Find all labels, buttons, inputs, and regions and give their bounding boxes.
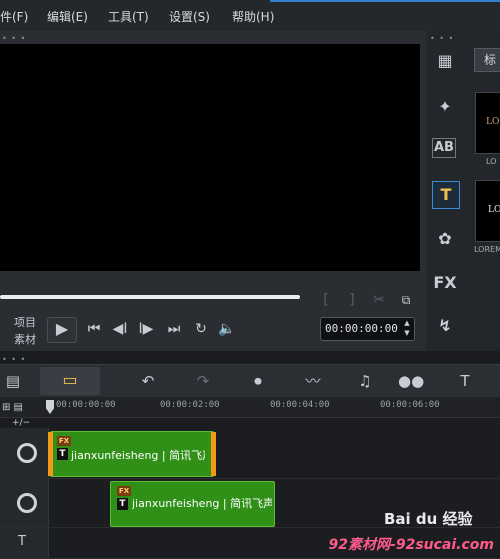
trim-start-button[interactable]: [ — [320, 290, 332, 310]
undo-icon[interactable]: ↶ — [135, 370, 161, 392]
thumb2-text: LO — [488, 205, 500, 215]
sound-mixer-icon[interactable]: 〰 — [300, 370, 326, 392]
scrubber-track[interactable] — [0, 295, 300, 299]
title-clip-selected[interactable]: FX T jianxunfeisheng | 简讯飞声 — [48, 431, 216, 477]
zoom-controls[interactable]: +/− — [12, 418, 30, 428]
next-frame-icon[interactable]: Ⅰ▶ — [135, 319, 157, 339]
panel-grip-icon[interactable]: • • • — [2, 34, 26, 43]
record-capture-icon[interactable]: ⏺ — [245, 370, 271, 392]
auto-music-icon[interactable]: ♫ — [352, 370, 378, 392]
media-library-icon[interactable]: ▦ — [432, 48, 458, 74]
title-icon[interactable]: T — [432, 181, 460, 209]
volume-icon[interactable]: 🔈 — [216, 319, 238, 339]
trim-end-button[interactable]: ] — [346, 290, 358, 310]
ruler-tick-label: 00:00:02:00 — [160, 400, 220, 410]
transition-icon[interactable]: AB — [432, 138, 456, 158]
snapshot-icon[interactable]: ⧉ — [396, 290, 416, 310]
path-icon[interactable]: ↯ — [432, 313, 458, 339]
instant-project-icon[interactable]: ✦ — [432, 94, 458, 120]
play-icon: ▶ — [55, 319, 69, 338]
play-button[interactable]: ▶ — [47, 317, 77, 343]
clip-label: jianxunfeisheng | 简讯飞声 — [132, 497, 272, 510]
title-type-icon: T — [117, 498, 128, 510]
filter-icon[interactable]: FX — [432, 270, 458, 296]
mode-clip-label[interactable]: 素材 — [14, 331, 36, 347]
overlay-track-header[interactable] — [0, 479, 49, 527]
mode-project-label[interactable]: 项目 — [14, 314, 36, 330]
title-accent — [270, 0, 500, 2]
title-thumbnail-1[interactable]: LO — [475, 92, 500, 154]
menu-edit[interactable]: 编辑(E) — [47, 8, 88, 25]
menu-settings[interactable]: 设置(S) — [169, 8, 210, 25]
redo-icon[interactable]: ↷ — [190, 370, 216, 392]
site-watermark: 92素材网-92sucai.com — [328, 537, 494, 553]
timeline-grip-icon[interactable]: • • • — [2, 355, 26, 364]
video-track-icon — [17, 443, 37, 463]
go-to-end-icon[interactable]: ⏭ — [163, 319, 185, 339]
fx-badge: FX — [117, 486, 131, 496]
thumb2-caption: LOREMI — [474, 245, 500, 254]
previous-frame-icon[interactable]: ◀Ⅰ — [109, 319, 131, 339]
overlay-track-icon — [17, 493, 37, 513]
title-track-icon: T — [18, 534, 26, 549]
timecode-spinner[interactable]: ▲ ▼ — [402, 318, 412, 338]
clip-label: jianxunfeisheng | 简讯飞声 — [71, 449, 205, 462]
thumb1-caption: LO — [486, 157, 497, 166]
fx-badge: FX — [57, 436, 71, 446]
subtitle-editor-icon[interactable]: T — [452, 370, 478, 392]
baidu-watermark: Bai du 经验 — [384, 510, 473, 528]
repeat-icon[interactable]: ↻ — [190, 319, 212, 339]
go-to-start-icon[interactable]: ⏮ — [83, 319, 105, 339]
split-clip-icon[interactable]: ✂ — [370, 290, 388, 310]
ruler-tick-label: 00:00:06:00 — [380, 400, 440, 410]
title-clip[interactable]: FX T jianxunfeisheng | 简讯飞声 — [110, 481, 275, 527]
library-grip-icon[interactable]: • • • — [430, 34, 454, 43]
storyboard-icon: ▭ — [62, 370, 78, 389]
ruler-tick-label: 00:00:04:00 — [270, 400, 330, 410]
clip-trim-handle-right[interactable] — [211, 432, 216, 476]
library-tab[interactable]: 标 — [474, 48, 500, 72]
thumb1-text: LO — [486, 117, 500, 127]
graphics-icon[interactable]: ✿ — [432, 226, 458, 252]
storyboard-view-button[interactable]: ▭ — [40, 367, 100, 395]
motion-tracking-icon[interactable]: ●● — [398, 370, 424, 392]
title-thumbnail-2[interactable]: LO — [475, 180, 500, 242]
timeline-view-icon[interactable]: ▤ — [0, 370, 26, 392]
clip-trim-handle-left[interactable] — [48, 432, 53, 476]
preview-screen — [0, 44, 420, 271]
video-track-header[interactable] — [0, 428, 49, 478]
ruler-tick-label: 00:00:00:00 — [56, 400, 116, 410]
menu-tools[interactable]: 工具(T) — [108, 8, 149, 25]
timecode-field[interactable]: 00:00:00:00 — [320, 317, 415, 341]
track-manager-icon[interactable]: ⊞ ▤ — [2, 402, 23, 413]
menu-help[interactable]: 帮助(H) — [232, 8, 274, 25]
title-type-icon: T — [57, 448, 68, 460]
menu-file[interactable]: 件(F) — [0, 8, 28, 25]
title-track-header[interactable]: T — [0, 528, 49, 558]
